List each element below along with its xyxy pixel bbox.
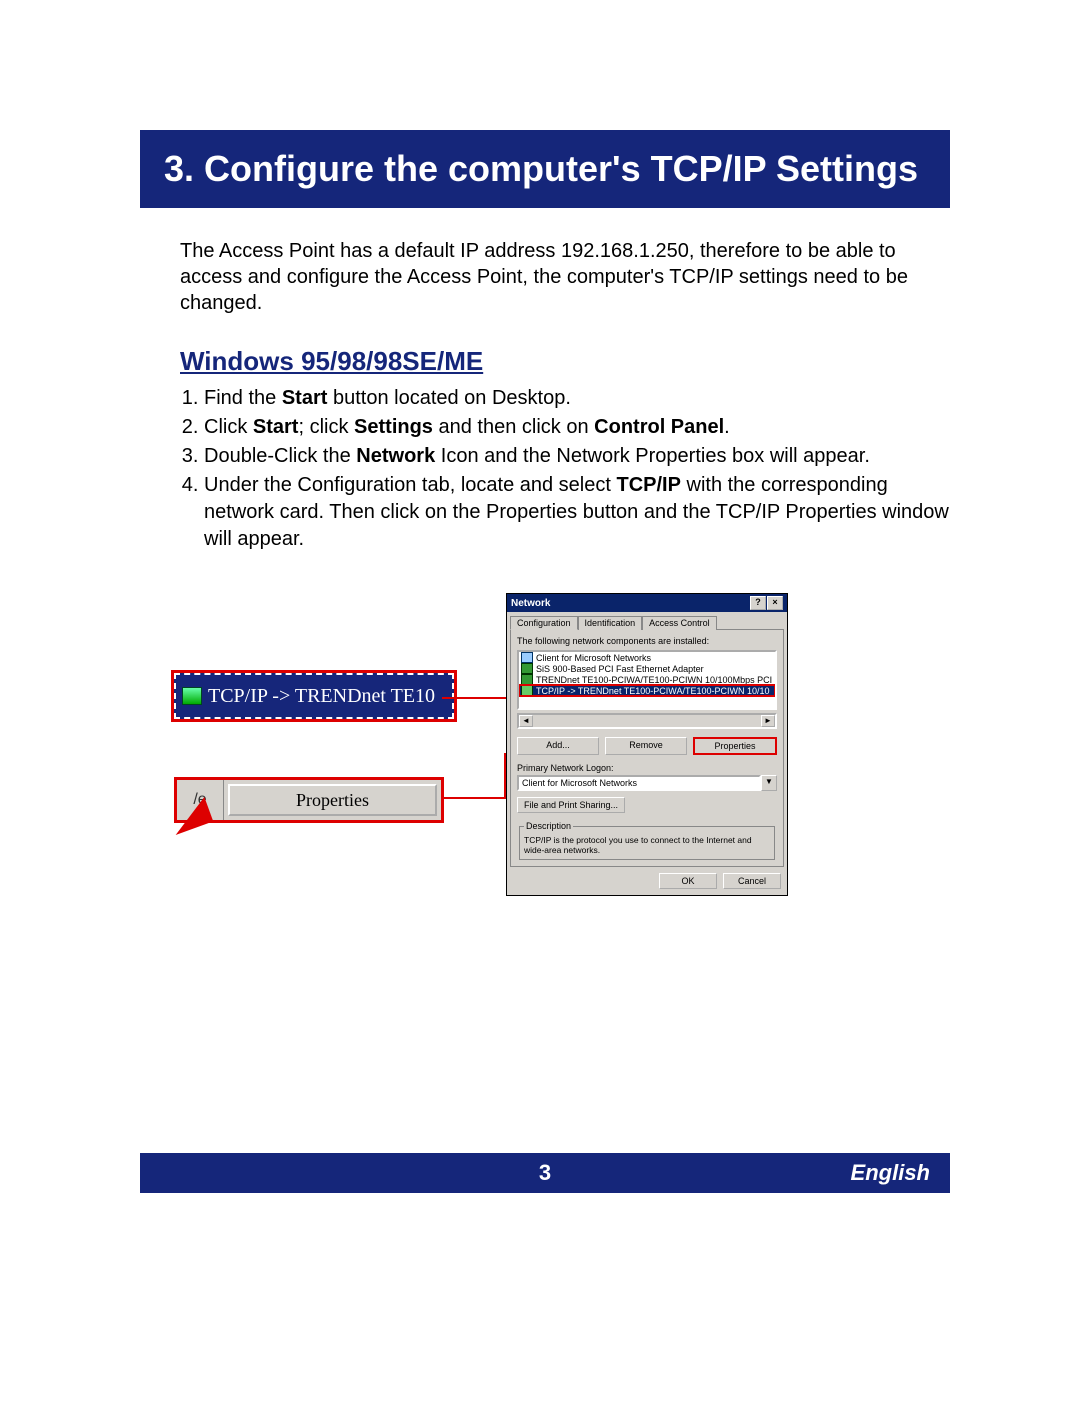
components-label: The following network components are ins… <box>517 636 777 646</box>
properties-button[interactable]: Properties <box>693 737 777 755</box>
step-text: button located on Desktop. <box>327 387 571 409</box>
document-page: 3. Configure the computer's TCP/IP Setti… <box>0 130 1080 1193</box>
callout-properties-zoom: /e Properties <box>174 777 444 823</box>
description-legend: Description <box>524 821 573 831</box>
callout-connector <box>442 697 506 699</box>
step-4: Under the Configuration tab, locate and … <box>204 472 950 553</box>
adapter-icon <box>521 674 533 685</box>
tab-panel-configuration: The following network components are ins… <box>510 629 784 867</box>
network-dialog: Network ? × Configuration Identification… <box>506 593 788 896</box>
section-heading-windows: Windows 95/98/98SE/ME <box>180 346 950 377</box>
step-text: Icon and the Network Properties box will… <box>435 445 870 467</box>
dialog-tabs: Configuration Identification Access Cont… <box>507 612 787 629</box>
tab-identification[interactable]: Identification <box>578 616 643 630</box>
tab-configuration[interactable]: Configuration <box>510 616 578 630</box>
chevron-down-icon[interactable]: ▼ <box>761 775 777 791</box>
client-icon <box>521 652 533 663</box>
list-item-text: SiS 900-Based PCI Fast Ethernet Adapter <box>536 664 704 674</box>
bold-network: Network <box>356 445 435 467</box>
screenshot-figure: TCP/IP -> TRENDnet TE10 /e Properties Ne… <box>180 593 950 953</box>
step-text: Under the Configuration tab, locate and … <box>204 474 616 496</box>
primary-logon-value: Client for Microsoft Networks <box>517 775 761 791</box>
page-number: 3 <box>539 1160 551 1186</box>
step-text: ; click <box>298 416 354 438</box>
adapter-icon <box>521 663 533 674</box>
callout-tcpip-zoom: TCP/IP -> TRENDnet TE10 <box>174 673 454 719</box>
primary-logon-label: Primary Network Logon: <box>517 763 777 773</box>
callout-tcpip-text: TCP/IP -> TRENDnet TE10 <box>208 685 435 708</box>
list-item[interactable]: SiS 900-Based PCI Fast Ethernet Adapter <box>519 663 775 674</box>
step-text: Double-Click the <box>204 445 356 467</box>
horizontal-scrollbar[interactable]: ◄ ► <box>517 713 777 729</box>
list-item[interactable]: TRENDnet TE100-PCIWA/TE100-PCIWN 10/100M… <box>519 674 775 685</box>
dialog-footer: OK Cancel <box>507 867 787 895</box>
scroll-left-icon[interactable]: ◄ <box>519 715 533 727</box>
step-text: and then click on <box>433 416 594 438</box>
step-2: Click Start; click Settings and then cli… <box>204 414 950 441</box>
cancel-button[interactable]: Cancel <box>723 873 781 889</box>
properties-button-zoom[interactable]: Properties <box>228 784 437 816</box>
step-text: Find the <box>204 387 282 409</box>
scroll-right-icon[interactable]: ► <box>761 715 775 727</box>
button-row: Add... Remove Properties <box>517 737 777 755</box>
description-box: Description TCP/IP is the protocol you u… <box>519 821 775 860</box>
primary-logon-combo[interactable]: Client for Microsoft Networks ▼ <box>517 775 777 791</box>
list-item[interactable]: Client for Microsoft Networks <box>519 652 775 663</box>
callout-connector <box>442 797 506 799</box>
bold-start: Start <box>282 387 328 409</box>
step-text: Click <box>204 416 253 438</box>
step-1: Find the Start button located on Desktop… <box>204 385 950 412</box>
bold-tcpip: TCP/IP <box>616 474 680 496</box>
page-footer: 3 English <box>140 1153 950 1193</box>
dialog-title-text: Network <box>511 598 550 609</box>
list-item-selected[interactable]: TCP/IP -> TRENDnet TE100-PCIWA/TE100-PCI… <box>519 685 775 696</box>
list-item-text: TRENDnet TE100-PCIWA/TE100-PCIWN 10/100M… <box>536 675 772 685</box>
steps-list: Find the Start button located on Desktop… <box>180 385 950 553</box>
dialog-titlebar: Network ? × <box>507 594 787 612</box>
ok-button[interactable]: OK <box>659 873 717 889</box>
bold-start: Start <box>253 416 299 438</box>
step-text: . <box>724 416 730 438</box>
network-protocol-icon <box>182 687 202 705</box>
list-item-text: Client for Microsoft Networks <box>536 653 651 663</box>
tab-access-control[interactable]: Access Control <box>642 616 717 630</box>
protocol-icon <box>521 685 533 696</box>
footer-language: English <box>851 1160 930 1186</box>
description-text: TCP/IP is the protocol you use to connec… <box>524 835 770 855</box>
list-item-text: TCP/IP -> TRENDnet TE100-PCIWA/TE100-PCI… <box>536 686 770 696</box>
bold-control-panel: Control Panel <box>594 416 724 438</box>
help-button[interactable]: ? <box>750 596 766 610</box>
components-listbox[interactable]: Client for Microsoft Networks SiS 900-Ba… <box>517 650 777 710</box>
bold-settings: Settings <box>354 416 433 438</box>
close-button[interactable]: × <box>767 596 783 610</box>
step-3: Double-Click the Network Icon and the Ne… <box>204 443 950 470</box>
intro-paragraph: The Access Point has a default IP addres… <box>180 238 950 316</box>
remove-button[interactable]: Remove <box>605 737 687 755</box>
file-print-sharing-button[interactable]: File and Print Sharing... <box>517 797 625 813</box>
add-button[interactable]: Add... <box>517 737 599 755</box>
page-title: 3. Configure the computer's TCP/IP Setti… <box>140 130 950 208</box>
